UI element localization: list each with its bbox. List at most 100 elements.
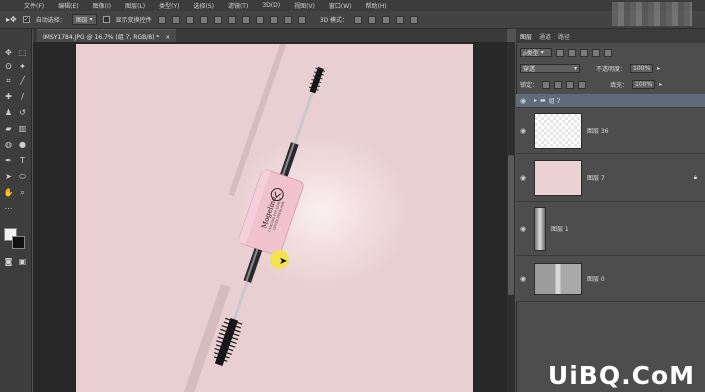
menu-type[interactable]: 类型(Y) bbox=[159, 1, 179, 10]
hand-tool-icon[interactable]: ✋ bbox=[3, 187, 14, 198]
auto-select-label: 自动选择： bbox=[35, 17, 66, 24]
menu-view[interactable]: 视图(V) bbox=[294, 1, 315, 10]
menu-help[interactable]: 帮助(H) bbox=[366, 1, 387, 10]
layer-thumbnail bbox=[534, 262, 582, 295]
layer-filter-dropdown[interactable]: ρ类型 ▾ bbox=[520, 48, 552, 57]
layer-name: 图层 1 bbox=[551, 226, 569, 233]
filter-smart-icon[interactable] bbox=[604, 48, 612, 57]
align-bottom-icon[interactable] bbox=[185, 15, 194, 24]
filter-type-icon[interactable] bbox=[580, 48, 588, 57]
crop-tool-icon[interactable]: ⌗ bbox=[3, 75, 14, 86]
3d-slide-icon[interactable] bbox=[396, 15, 405, 24]
fill-chevron-icon[interactable]: ▸ bbox=[659, 81, 662, 88]
auto-select-checkbox[interactable]: ✓ bbox=[22, 16, 30, 23]
layer-row-1[interactable]: ◉ 图层 1 bbox=[516, 202, 705, 256]
align-left-icon[interactable] bbox=[199, 15, 208, 24]
menu-filter[interactable]: 滤镜(T) bbox=[228, 1, 248, 10]
menu-3d[interactable]: 3D(D) bbox=[262, 2, 280, 9]
menu-file[interactable]: 文件(F) bbox=[24, 1, 44, 10]
group-chevron-icon[interactable]: ▸ bbox=[534, 97, 537, 104]
document-canvas[interactable]: Mogeline CURLING EYE SERUM COVER DEEPLAS… bbox=[76, 44, 473, 392]
move-tool-icon[interactable]: ✥ bbox=[3, 47, 14, 58]
visibility-eye-icon[interactable]: ◉ bbox=[516, 97, 530, 105]
brush-tool-icon[interactable]: ∕ bbox=[17, 91, 28, 102]
distribute-bottom-icon[interactable] bbox=[269, 15, 278, 24]
lock-all-icon[interactable] bbox=[578, 80, 587, 89]
magic-wand-icon[interactable]: ✦ bbox=[17, 61, 28, 72]
lock-row: 锁定： 填充： 100% ▸ bbox=[516, 78, 705, 91]
menu-layer[interactable]: 图层(L) bbox=[125, 1, 145, 10]
lock-transparent-icon[interactable] bbox=[542, 80, 551, 89]
menu-image[interactable]: 图像(I) bbox=[93, 1, 111, 10]
background-color-swatch[interactable] bbox=[12, 236, 25, 249]
dodge-tool-icon[interactable]: ● bbox=[17, 139, 28, 150]
menu-window[interactable]: 窗口(W) bbox=[329, 1, 352, 10]
lasso-tool-icon[interactable]: ʘ bbox=[3, 61, 14, 72]
blur-tool-icon[interactable]: ◍ bbox=[3, 139, 14, 150]
site-watermark: UiBQ.CoM bbox=[547, 361, 695, 390]
move-tool-icon[interactable]: ▸✥ bbox=[6, 15, 17, 24]
3d-pan-icon[interactable] bbox=[382, 15, 391, 24]
extras-icon[interactable]: … bbox=[3, 201, 14, 212]
close-icon[interactable]: × bbox=[165, 34, 170, 41]
menu-select[interactable]: 选择(S) bbox=[193, 1, 214, 10]
clone-stamp-icon[interactable]: ♟ bbox=[3, 107, 14, 118]
layer-name: 图层 36 bbox=[587, 128, 609, 135]
blend-mode-value: 穿透 bbox=[523, 66, 536, 73]
type-tool-icon[interactable]: T bbox=[17, 155, 28, 166]
distribute-center-icon[interactable] bbox=[255, 15, 264, 24]
align-right-icon[interactable] bbox=[227, 15, 236, 24]
opacity-input[interactable]: 100% bbox=[630, 64, 654, 73]
scrollbar-thumb[interactable] bbox=[508, 155, 514, 295]
tab-layers[interactable]: 图层 bbox=[520, 32, 532, 41]
screen-mode-icon[interactable]: ▣ bbox=[17, 256, 28, 267]
auto-select-value: 图层 bbox=[75, 17, 88, 24]
layer-row-36[interactable]: ◉ 图层 36 bbox=[516, 108, 705, 154]
menu-edit[interactable]: 编辑(E) bbox=[58, 1, 78, 10]
blurred-region bbox=[612, 2, 692, 26]
visibility-eye-icon[interactable]: ◉ bbox=[516, 127, 530, 135]
healing-brush-icon[interactable]: ✚ bbox=[3, 91, 14, 102]
opacity-chevron-icon[interactable]: ▸ bbox=[657, 65, 660, 72]
align-vcenter-icon[interactable] bbox=[171, 15, 180, 24]
upper-rod bbox=[292, 91, 314, 148]
eyedropper-icon[interactable]: ╱ bbox=[17, 75, 28, 86]
shape-tool-icon[interactable]: ⬭ bbox=[17, 171, 28, 182]
pen-tool-icon[interactable]: ✒ bbox=[3, 155, 14, 166]
visibility-eye-icon[interactable]: ◉ bbox=[516, 275, 530, 283]
show-transform-checkbox[interactable] bbox=[102, 16, 110, 23]
filter-shape-icon[interactable] bbox=[592, 48, 600, 57]
quick-mask-icon[interactable]: ◙ bbox=[3, 256, 14, 267]
3d-mode-label: 3D 模式： bbox=[319, 17, 349, 24]
3d-rotate-icon[interactable] bbox=[354, 15, 363, 24]
layer-thumbnail bbox=[534, 206, 546, 251]
eraser-tool-icon[interactable]: ▰ bbox=[3, 123, 14, 134]
lock-image-icon[interactable] bbox=[554, 80, 563, 89]
fill-input[interactable]: 100% bbox=[632, 80, 656, 89]
distribute-right-icon[interactable] bbox=[297, 15, 306, 24]
auto-select-dropdown[interactable]: 图层 ▾ bbox=[71, 14, 97, 25]
visibility-eye-icon[interactable]: ◉ bbox=[516, 225, 530, 233]
3d-roll-icon[interactable] bbox=[368, 15, 377, 24]
3d-scale-icon[interactable] bbox=[410, 15, 419, 24]
distribute-top-icon[interactable] bbox=[241, 15, 250, 24]
history-brush-icon[interactable]: ↺ bbox=[17, 107, 28, 118]
gradient-tool-icon[interactable]: ▥ bbox=[17, 123, 28, 134]
lock-position-icon[interactable] bbox=[566, 80, 575, 89]
layer-row-0[interactable]: ◉ 图层 0 bbox=[516, 256, 705, 302]
tab-channels[interactable]: 通道 bbox=[539, 32, 551, 41]
layer-row-group-7[interactable]: ◉ ▸ ▬ 组 7 bbox=[516, 94, 705, 108]
marquee-tool-icon[interactable]: ⬚ bbox=[17, 47, 28, 58]
visibility-eye-icon[interactable]: ◉ bbox=[516, 174, 530, 182]
blend-mode-dropdown[interactable]: 穿透 ▾ bbox=[520, 64, 580, 73]
distribute-left-icon[interactable] bbox=[283, 15, 292, 24]
filter-adjust-icon[interactable] bbox=[568, 48, 576, 57]
tab-paths[interactable]: 路径 bbox=[558, 32, 570, 41]
align-hcenter-icon[interactable] bbox=[213, 15, 222, 24]
layer-row-7[interactable]: ◉ 图层 7 🔒︎ bbox=[516, 154, 705, 202]
align-top-icon[interactable] bbox=[157, 15, 166, 24]
zoom-tool-icon[interactable]: ⌕ bbox=[17, 187, 28, 198]
document-tab[interactable]: IMSY1784.JPG @ 16.7% (组 7, RGB/8) * × bbox=[37, 29, 177, 42]
filter-pixel-icon[interactable] bbox=[556, 48, 564, 57]
path-select-icon[interactable]: ➤ bbox=[3, 171, 14, 182]
